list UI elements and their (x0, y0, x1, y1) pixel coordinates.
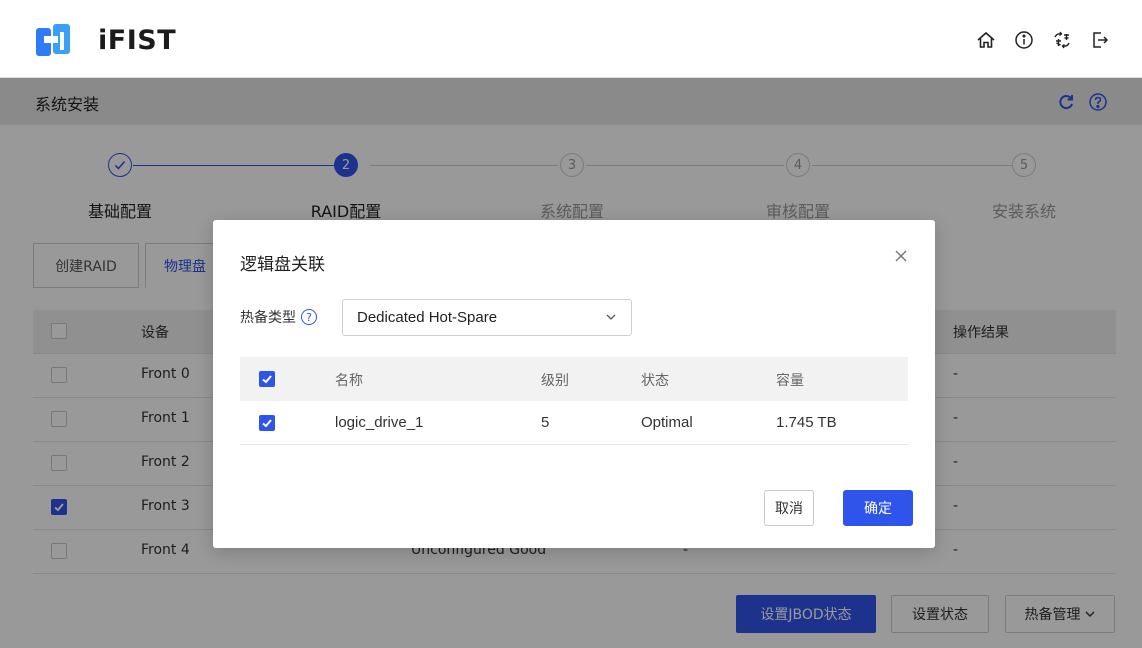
home-icon[interactable] (974, 28, 998, 52)
logout-icon[interactable] (1088, 28, 1112, 52)
state-cell: Optimal (641, 414, 693, 431)
confirm-button[interactable]: 确定 (843, 490, 913, 526)
hotspare-type-select[interactable]: Dedicated Hot-Spare (342, 299, 632, 336)
info-icon[interactable] (1012, 28, 1036, 52)
check-icon (262, 419, 272, 428)
header-actions (974, 28, 1112, 52)
header-state: 状态 (641, 372, 669, 388)
table-row[interactable]: logic_drive_1 5 Optimal 1.745 TB (240, 401, 908, 445)
logical-disk-association-dialog: 逻辑盘关联 热备类型 ? Dedicated Hot-Spare 名称 级别 状… (213, 220, 935, 548)
help-icon[interactable]: ? (301, 309, 317, 325)
language-switch-icon[interactable] (1050, 28, 1074, 52)
header-name: 名称 (335, 372, 363, 388)
close-icon[interactable] (893, 248, 909, 264)
chevron-down-icon (606, 314, 616, 320)
row-checkbox[interactable] (259, 415, 275, 431)
top-header: iFIST (0, 0, 1142, 78)
name-cell: logic_drive_1 (335, 414, 424, 431)
hotspare-type-label: 热备类型 (240, 310, 296, 326)
level-cell: 5 (541, 414, 550, 431)
logical-disk-table: 名称 级别 状态 容量 logic_drive_1 5 Optimal 1.74… (240, 357, 908, 445)
capacity-cell: 1.745 TB (776, 414, 837, 431)
hotspare-type-value: Dedicated Hot-Spare (357, 309, 498, 326)
dialog-title: 逻辑盘关联 (240, 255, 325, 275)
header-level: 级别 (541, 372, 569, 388)
check-icon (262, 375, 272, 384)
ifist-logo (36, 24, 70, 56)
select-all-checkbox[interactable] (259, 371, 275, 387)
app-name: iFIST (98, 25, 177, 56)
hotspare-type-field-label: 热备类型 ? (240, 307, 317, 327)
header-capacity: 容量 (776, 372, 804, 388)
cancel-button[interactable]: 取消 (764, 490, 814, 526)
table-header: 名称 级别 状态 容量 (240, 357, 908, 401)
